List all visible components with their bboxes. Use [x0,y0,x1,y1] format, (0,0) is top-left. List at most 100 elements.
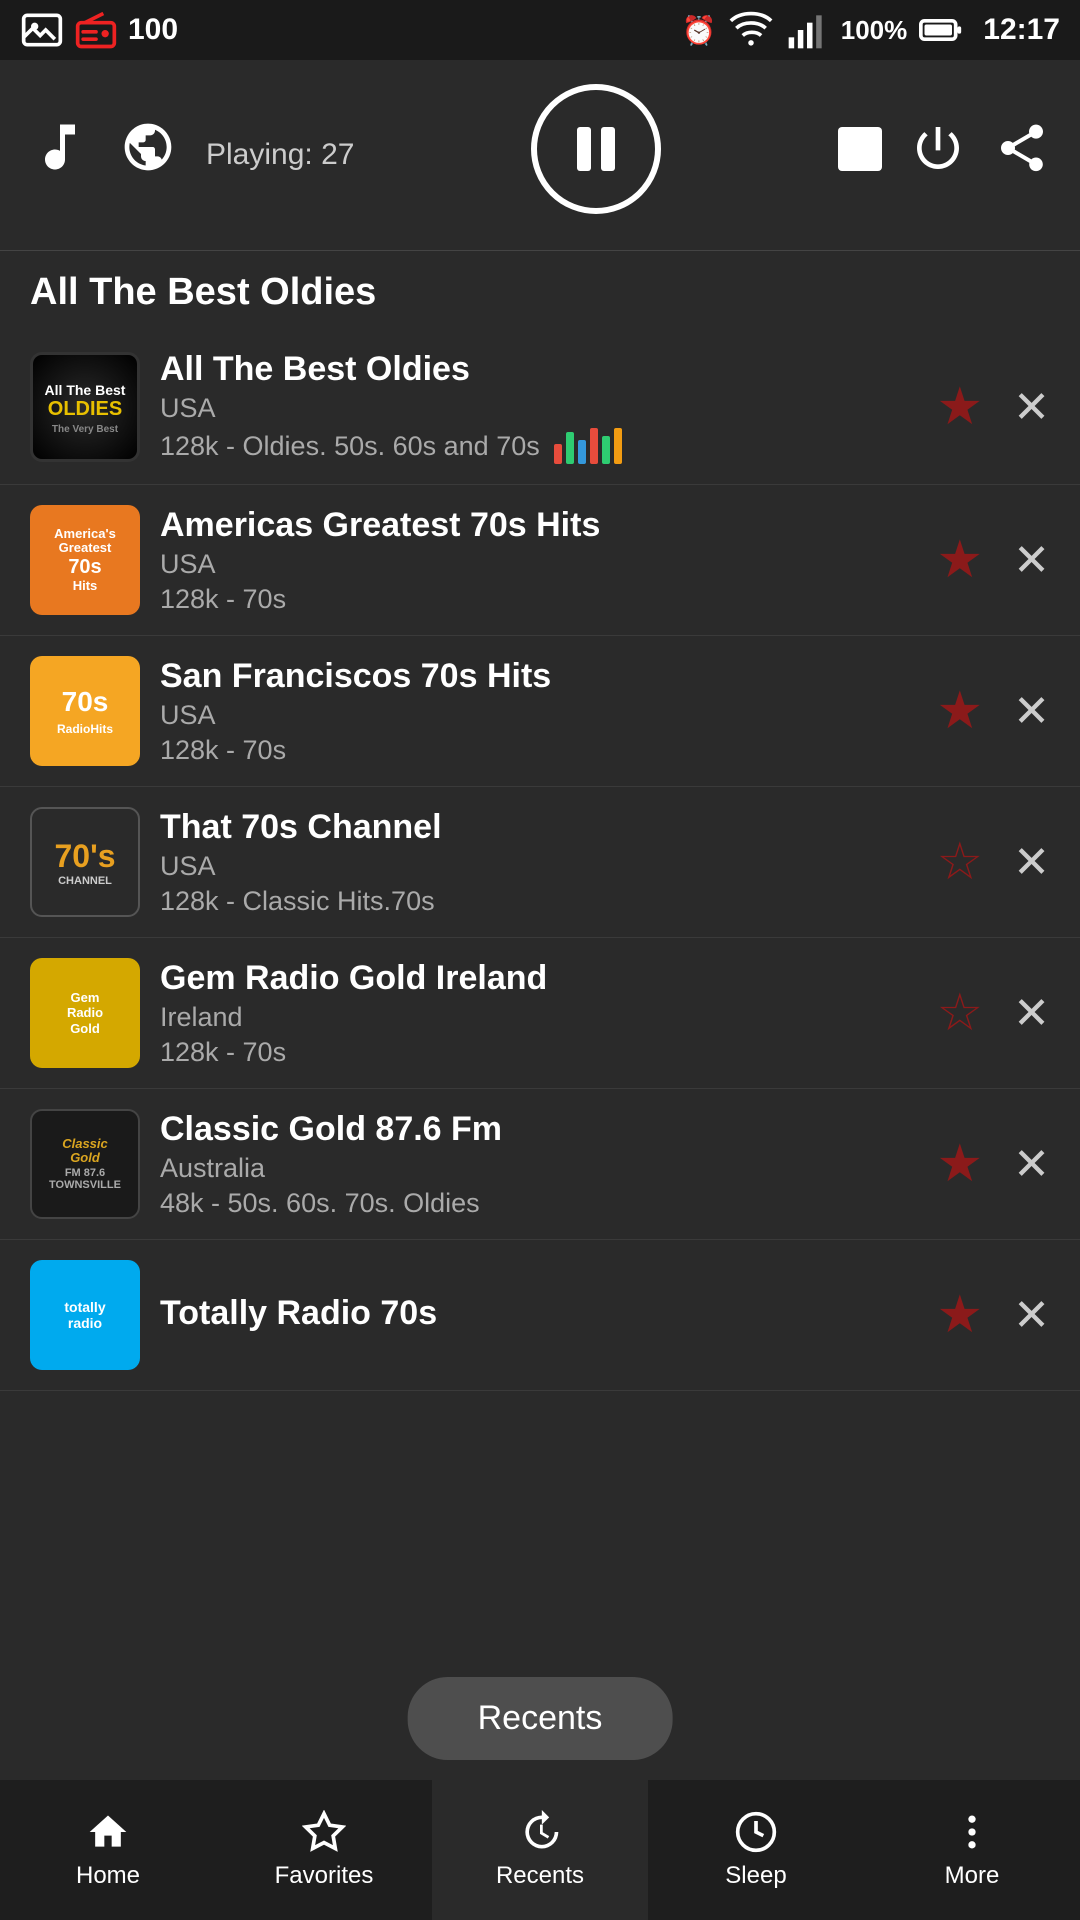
nav-label-home: Home [76,1862,140,1890]
pause-button[interactable] [531,84,661,214]
power-icon [910,120,966,176]
wifi-icon [729,8,773,52]
radio-app-icon [74,8,118,52]
player-center [354,84,838,214]
star-filled-icon[interactable]: ★ [937,530,984,590]
radio-name: All The Best Oldies [160,350,917,389]
bottom-nav: Home Favorites Recents Sleep More [0,1780,1080,1920]
nav-item-sleep[interactable]: Sleep [648,1780,864,1920]
radio-item[interactable]: 70s RadioHits San Franciscos 70s Hits US… [0,636,1080,787]
signal-icon [785,8,829,52]
recents-icon [518,1810,562,1854]
star-filled-icon[interactable]: ★ [937,681,984,741]
radio-actions: ★ ✕ [937,377,1051,437]
radio-item[interactable]: ClassicGold FM 87.6TOWNSVILLE Classic Go… [0,1089,1080,1240]
radio-actions: ★ ✕ [937,1285,1051,1345]
radio-country: USA [160,851,917,882]
clock: 12:17 [983,13,1060,47]
equalizer [554,428,622,464]
share-button[interactable] [994,120,1050,179]
radio-bitrate: 128k - 70s [160,584,917,615]
radio-info: That 70s Channel USA 128k - Classic Hits… [160,808,917,917]
radio-country: USA [160,549,917,580]
status-right-icons: ⏰ 100% 12:17 [682,8,1060,52]
star-filled-icon[interactable]: ★ [937,1285,984,1345]
radio-bitrate: 128k - Oldies. 50s. 60s and 70s [160,428,917,464]
playing-label-container: Playing: 27 [206,134,354,172]
radio-name: That 70s Channel [160,808,917,847]
radio-bitrate: 48k - 50s. 60s. 70s. Oldies [160,1188,917,1219]
nav-label-sleep: Sleep [725,1862,786,1890]
radio-country: Australia [160,1153,917,1184]
radio-info: Classic Gold 87.6 Fm Australia 48k - 50s… [160,1110,917,1219]
radio-name: Gem Radio Gold Ireland [160,959,917,998]
sleep-icon [734,1810,778,1854]
radio-info: Totally Radio 70s [160,1294,917,1337]
battery-percentage: 100% [841,15,908,46]
radio-actions: ★ ✕ [937,1134,1051,1194]
signal-count: 100 [128,13,178,47]
music-note-icon[interactable] [30,117,90,182]
radio-info: Americas Greatest 70s Hits USA 128k - 70… [160,506,917,615]
radio-actions: ☆ ✕ [937,983,1051,1043]
pause-icon [577,127,615,171]
home-icon [86,1810,130,1854]
radio-info: All The Best Oldies USA 128k - Oldies. 5… [160,350,917,464]
radio-name: Americas Greatest 70s Hits [160,506,917,545]
status-left-icons: 100 [20,8,178,52]
stop-icon [838,127,882,171]
radio-item[interactable]: 70's CHANNEL That 70s Channel USA 128k -… [0,787,1080,938]
remove-button[interactable]: ✕ [1013,535,1050,586]
remove-button[interactable]: ✕ [1013,1290,1050,1341]
remove-button[interactable]: ✕ [1013,382,1050,433]
radio-actions: ★ ✕ [937,681,1051,741]
alarm-icon: ⏰ [682,14,717,47]
radio-item[interactable]: totallyradio Totally Radio 70s ★ ✕ [0,1240,1080,1391]
radio-actions: ☆ ✕ [937,832,1051,892]
nav-label-recents: Recents [496,1862,584,1890]
recents-tooltip: Recents [408,1677,673,1760]
stop-button[interactable] [838,127,882,171]
status-bar: 100 ⏰ 100% 12:17 [0,0,1080,60]
power-button[interactable] [910,120,966,179]
radio-actions: ★ ✕ [937,530,1051,590]
battery-icon [919,8,963,52]
globe-icon[interactable] [120,119,176,180]
radio-country: Ireland [160,1002,917,1033]
radio-info: Gem Radio Gold Ireland Ireland 128k - 70… [160,959,917,1068]
remove-button[interactable]: ✕ [1013,686,1050,737]
playing-label: Playing: 27 [206,138,354,172]
radio-item[interactable]: GemRadioGold Gem Radio Gold Ireland Irel… [0,938,1080,1089]
player-left-controls: Playing: 27 [30,117,354,182]
section-title: All The Best Oldies [0,250,1080,330]
nav-item-home[interactable]: Home [0,1780,216,1920]
remove-button[interactable]: ✕ [1013,837,1050,888]
star-filled-icon[interactable]: ★ [937,377,984,437]
nav-label-more: More [945,1862,1000,1890]
radio-bitrate: 128k - 70s [160,1037,917,1068]
radio-country: USA [160,393,917,424]
radio-name: San Franciscos 70s Hits [160,657,917,696]
player-right-controls [838,120,1050,179]
nav-item-favorites[interactable]: Favorites [216,1780,432,1920]
remove-button[interactable]: ✕ [1013,1139,1050,1190]
radio-name: Classic Gold 87.6 Fm [160,1110,917,1149]
radio-info: San Franciscos 70s Hits USA 128k - 70s [160,657,917,766]
radio-bitrate: 128k - Classic Hits.70s [160,886,917,917]
radio-name: Totally Radio 70s [160,1294,917,1333]
nav-item-recents[interactable]: Recents [432,1780,648,1920]
share-icon [994,120,1050,176]
player-header: Playing: 27 [0,60,1080,250]
star-outline-icon[interactable]: ☆ [937,832,984,892]
remove-button[interactable]: ✕ [1013,988,1050,1039]
star-outline-icon[interactable]: ☆ [937,983,984,1043]
image-icon [20,8,64,52]
radio-item[interactable]: America'sGreatest 70s Hits Americas Grea… [0,485,1080,636]
radio-item[interactable]: All The BestOLDIES The Very Best All The… [0,330,1080,485]
star-filled-icon[interactable]: ★ [937,1134,984,1194]
radio-country: USA [160,700,917,731]
player-controls: Playing: 27 [30,84,1050,214]
favorites-icon [302,1810,346,1854]
radio-bitrate: 128k - 70s [160,735,917,766]
nav-item-more[interactable]: More [864,1780,1080,1920]
